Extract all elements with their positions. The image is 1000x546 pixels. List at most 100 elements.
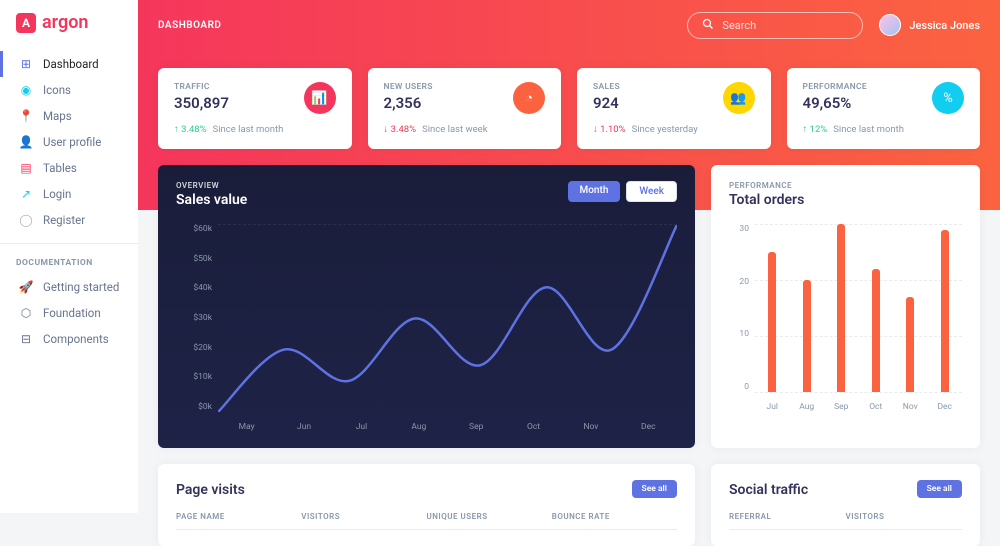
orders-chart: 3020100 JulAugSepOctNovDec (729, 224, 962, 412)
sidebar-item-label: Register (43, 213, 85, 227)
icons-icon: ◉ (19, 83, 33, 97)
page-title: DASHBOARD (158, 20, 221, 31)
col-header: REFERRAL (729, 512, 846, 521)
y-tick: $10k (176, 372, 212, 382)
user-profile-icon: 👤 (19, 135, 33, 149)
x-tick: Jun (275, 422, 332, 432)
y-tick: 20 (729, 277, 749, 287)
doc-item-foundation[interactable]: ⬡ Foundation (0, 300, 138, 326)
x-tick: Oct (505, 422, 562, 432)
foundation-icon: ⬡ (19, 306, 33, 320)
search-box[interactable] (687, 12, 863, 39)
doc-item-components[interactable]: ⊟ Components (0, 326, 138, 352)
sidebar-item-label: Tables (43, 161, 77, 175)
sales-chart-card: OVERVIEW Sales value Month Week $60k$50k… (158, 165, 695, 448)
col-header: UNIQUE USERS (427, 512, 552, 521)
y-tick: $20k (176, 343, 212, 353)
doc-item-label: Components (43, 332, 109, 346)
y-tick: $30k (176, 313, 212, 323)
doc-item-label: Foundation (43, 306, 101, 320)
bar (906, 297, 914, 392)
stat-delta: ↑ 3.48% (174, 124, 207, 135)
social-see-all[interactable]: See all (917, 480, 962, 498)
social-title: Social traffic (729, 482, 808, 498)
stat-since: Since last month (833, 124, 904, 135)
brand-logo[interactable]: A argon (0, 12, 138, 51)
components-icon: ⊟ (19, 332, 33, 346)
sidebar-item-user-profile[interactable]: 👤 User profile (0, 129, 138, 155)
sidebar-item-label: Login (43, 187, 71, 201)
stat-since: Since yesterday (632, 124, 698, 135)
sidebar-item-register[interactable]: ◯ Register (0, 207, 138, 233)
stat-value: 49,65% (803, 94, 867, 112)
maps-icon: 📍 (19, 109, 33, 123)
tables-icon: ▤ (19, 161, 33, 175)
bar (803, 280, 811, 392)
bar (941, 230, 949, 392)
bar (768, 252, 776, 392)
orders-title: Total orders (729, 192, 962, 208)
y-tick: $50k (176, 254, 212, 264)
stat-icon: % (932, 82, 964, 114)
y-tick: 0 (729, 382, 749, 392)
x-tick: Sep (824, 402, 859, 412)
page-visits-title: Page visits (176, 482, 245, 498)
sales-overline: OVERVIEW (176, 181, 247, 190)
doc-item-getting-started[interactable]: 🚀 Getting started (0, 274, 138, 300)
register-icon: ◯ (19, 213, 33, 227)
topbar: DASHBOARD Jessica Jones (158, 0, 980, 50)
avatar (879, 14, 901, 36)
x-tick: May (218, 422, 275, 432)
toggle-month[interactable]: Month (568, 181, 621, 202)
dashboard-icon: ⊞ (19, 57, 33, 71)
stat-new-users: NEW USERS 2,356 ◔ ↓ 3.48% Since last wee… (368, 68, 562, 149)
toggle-week[interactable]: Week (626, 181, 677, 202)
x-tick: Oct (858, 402, 893, 412)
doc-item-label: Getting started (43, 280, 119, 294)
stat-value: 350,897 (174, 94, 229, 112)
sidebar-item-icons[interactable]: ◉ Icons (0, 77, 138, 103)
stat-label: PERFORMANCE (803, 82, 867, 92)
sidebar-doc-heading: DOCUMENTATION (0, 243, 138, 274)
x-tick: Jul (755, 402, 790, 412)
stat-sales: SALES 924 👥 ↓ 1.10% Since yesterday (577, 68, 771, 149)
stat-label: NEW USERS (384, 82, 433, 92)
x-tick: Sep (448, 422, 505, 432)
bar (872, 269, 880, 392)
x-tick: Dec (620, 422, 677, 432)
page-visits-card: Page visits See all PAGE NAMEVISITORSUNI… (158, 464, 695, 546)
page-visits-see-all[interactable]: See all (632, 480, 677, 498)
sidebar-item-tables[interactable]: ▤ Tables (0, 155, 138, 181)
col-header: VISITORS (846, 512, 963, 521)
getting-started-icon: 🚀 (19, 280, 33, 294)
x-tick: Nov (893, 402, 928, 412)
sidebar-item-label: User profile (43, 135, 101, 149)
stat-icon: 👥 (723, 82, 755, 114)
stat-label: TRAFFIC (174, 82, 229, 92)
search-input[interactable] (722, 19, 848, 32)
y-tick: 30 (729, 224, 749, 234)
sidebar-item-label: Maps (43, 109, 72, 123)
y-tick: $40k (176, 283, 212, 293)
sidebar: A argon ⊞ Dashboard ◉ Icons 📍 Maps 👤 Use… (0, 0, 138, 513)
brand-logo-text: argon (42, 12, 88, 33)
sales-title: Sales value (176, 192, 247, 208)
col-header: VISITORS (301, 512, 426, 521)
x-tick: Aug (390, 422, 447, 432)
x-tick: Nov (562, 422, 619, 432)
search-icon (702, 18, 714, 33)
sidebar-item-login[interactable]: ↗ Login (0, 181, 138, 207)
x-tick: Dec (927, 402, 962, 412)
sidebar-item-dashboard[interactable]: ⊞ Dashboard (0, 51, 138, 77)
sidebar-item-maps[interactable]: 📍 Maps (0, 103, 138, 129)
stat-delta: ↑ 12% (803, 124, 828, 135)
sidebar-item-label: Dashboard (43, 57, 99, 71)
x-tick: Aug (789, 402, 824, 412)
sales-chart: $60k$50k$40k$30k$20k$10k$0k MayJunJulAug… (176, 224, 677, 432)
stat-traffic: TRAFFIC 350,897 📊 ↑ 3.48% Since last mon… (158, 68, 352, 149)
stat-icon: ◔ (513, 82, 545, 114)
stat-value: 924 (593, 94, 620, 112)
main: DASHBOARD Jessica Jones (138, 0, 1000, 513)
stat-since: Since last month (213, 124, 284, 135)
user-menu[interactable]: Jessica Jones (879, 14, 980, 36)
